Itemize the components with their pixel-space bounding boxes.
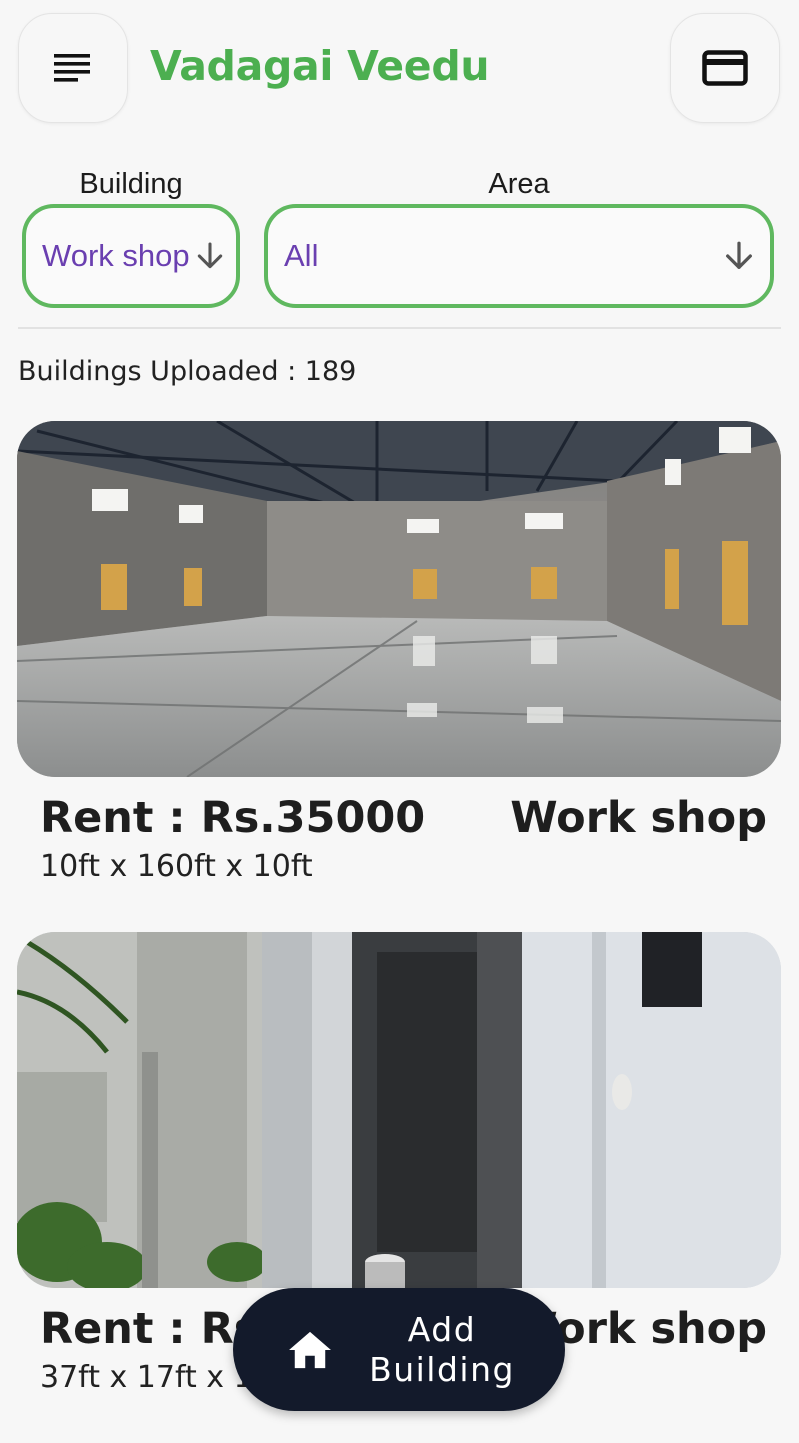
listing-rent: Rent : Rs.35000 — [40, 793, 426, 843]
buildings-count: Buildings Uploaded : 189 — [18, 356, 357, 387]
arrow-down-icon — [197, 242, 223, 269]
add-building-label-line2: Building — [369, 1349, 515, 1389]
add-building-button[interactable]: Add Building — [233, 1288, 565, 1411]
listing-photo[interactable] — [17, 421, 781, 777]
listing-rent: Rent : Rs — [40, 1304, 260, 1354]
building-type-value: Work shop — [42, 238, 190, 273]
listing-building-type: Work shop — [510, 793, 767, 843]
credit-card-icon — [702, 50, 748, 86]
listing-card[interactable]: Rent : Rs Work shop 37ft x 17ft x 1 — [17, 932, 781, 1395]
area-dropdown[interactable]: All — [264, 204, 774, 308]
listing-dimensions: 10ft x 160ft x 10ft — [40, 849, 313, 884]
building-filter-label: Building — [79, 168, 183, 200]
building-type-dropdown[interactable]: Work shop — [22, 204, 240, 308]
menu-lines-icon — [54, 54, 90, 82]
home-icon — [289, 1331, 331, 1368]
area-filter-label: Area — [488, 168, 550, 200]
add-building-label: Add Building — [357, 1310, 527, 1390]
listing-card[interactable]: Rent : Rs.35000 Work shop 10ft x 160ft x… — [17, 421, 781, 884]
menu-button[interactable] — [18, 13, 128, 123]
listing-photo[interactable] — [17, 932, 781, 1288]
payment-button[interactable] — [670, 13, 780, 123]
add-building-label-line1: Add — [407, 1309, 477, 1349]
app-title: Vadagai Veedu — [150, 42, 490, 90]
area-value: All — [284, 238, 319, 273]
filter-divider — [18, 327, 781, 329]
listing-dimensions: 37ft x 17ft x 1 — [40, 1360, 253, 1395]
arrow-down-icon — [726, 241, 752, 269]
